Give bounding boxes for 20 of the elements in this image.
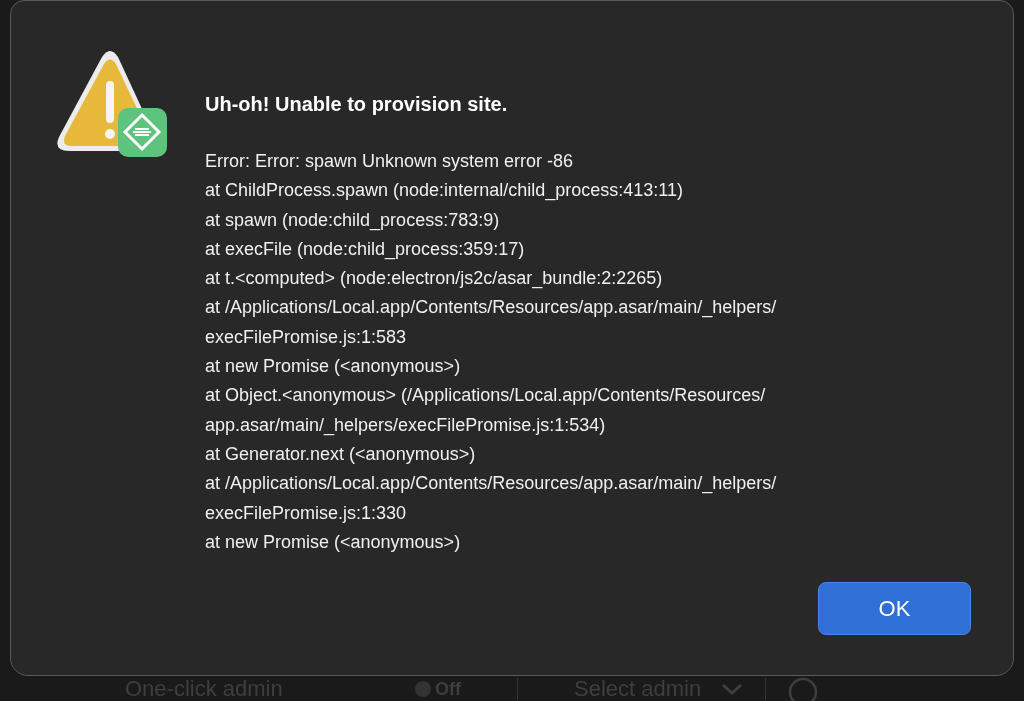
error-message-line: at new Promise (<anonymous>) <box>205 355 462 379</box>
error-message-line: at Generator.next (<anonymous>) <box>205 442 477 466</box>
error-message-line: at t.<computed> (node:electron/js2c/asar_bundle:2:2265) <box>205 267 664 291</box>
info-icon[interactable] <box>788 676 819 701</box>
toggle-switch[interactable] <box>415 680 431 697</box>
error-message-line: execFilePromise.js:1:583 <box>205 325 408 349</box>
error-message-line: app.asar/main/_helpers/execFilePromise.js:1:534) <box>205 413 607 438</box>
error-message-line: at spawn (node:child_process:783:9) <box>205 208 501 233</box>
warning-icon <box>55 51 167 157</box>
error-message-line: at new Promise (<anonymous>) <box>205 530 462 554</box>
error-message-line: at ChildProcess.spawn (node:internal/child_process:413:11) <box>205 179 684 203</box>
error-message-line: at /Applications/Local.app/Contents/Resources/app.asar/main/_helpers/ <box>205 472 778 496</box>
error-message-line: at /Applications/Local.app/Contents/Resources/app.asar/main/_helpers/ <box>205 296 778 320</box>
error-message-line: at execFile (node:child_process:359:17) <box>205 237 526 262</box>
error-message-line: execFilePromise.js:1:330 <box>205 501 408 525</box>
dialog-title: Uh-oh! Unable to provision site. <box>205 92 509 117</box>
chevron-icon <box>721 682 744 695</box>
error-message-line: Error: Error: spawn Unknown system error -86 <box>205 150 575 173</box>
error-message-line: at Object.<anonymous> (/Applications/Local.app/Contents/Resources/ <box>205 384 767 408</box>
ok-button[interactable]: OK <box>818 582 971 635</box>
